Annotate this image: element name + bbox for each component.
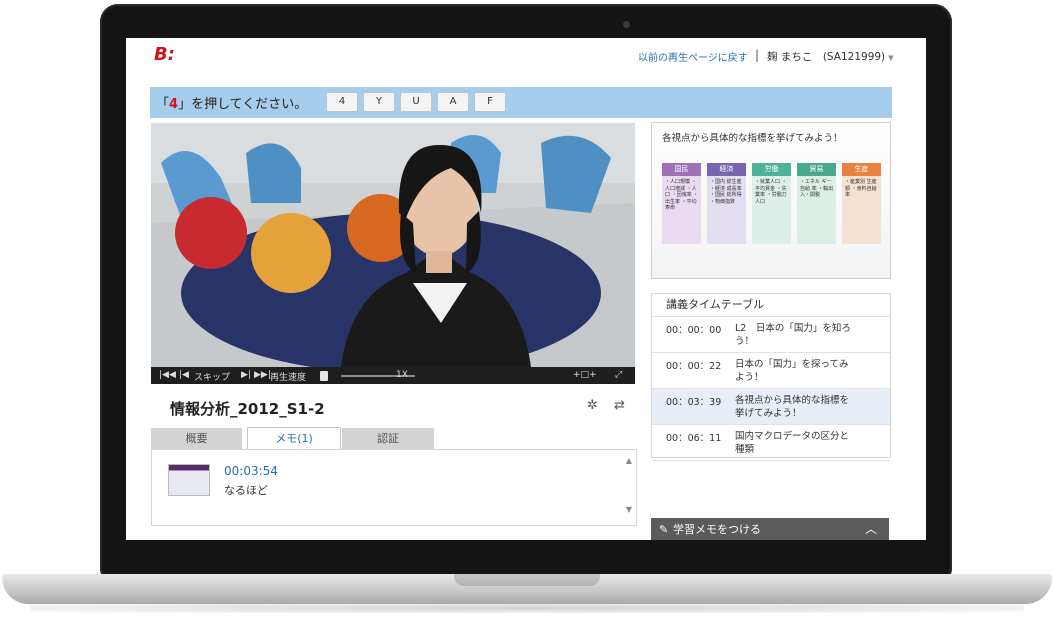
key-button[interactable]: A (437, 92, 469, 112)
slide-category: 貿易 ・エネル ギー自給 率 ・輸出 入・関税 (797, 163, 836, 244)
row-description: 日本の「国力」を探ってみよう！ (735, 359, 849, 383)
row-time: 00：03：39 (666, 397, 722, 408)
slide-category: 経済 ・国内 総生産 ・経済 成長率 ・国民 総所得 ・物価指数 (707, 163, 746, 244)
add-memo-label: 学習メモをつける (673, 523, 761, 536)
laptop-notch (454, 574, 600, 586)
timetable-row[interactable]: 00：00：00 L2 日本の「国力」を知ろう！ (652, 317, 890, 353)
slide-category: 生産 ・産業別 生産額 ・食料自給 率 (842, 163, 881, 244)
logo-mark: B: (154, 44, 175, 65)
category-body: ・人口規模 ・人口増減 ・人口 ・団塊率 ・出生率 ・平均寿命 (662, 176, 701, 244)
lecture-timetable: 講義タイムテーブル 00：00：00 L2 日本の「国力」を知ろう！ 00：00… (651, 293, 891, 461)
row-time: 00：06：11 (666, 433, 722, 444)
user-name: 麹 まちこ (SA121999) (767, 51, 886, 63)
category-body: ・就業人口 ・平均賃金 ・失業率 ・労働力 人口 (752, 176, 791, 244)
category-body: ・エネル ギー自給 率 ・輸出 入・関税 (797, 176, 836, 244)
screen-size-icon[interactable]: +□+ (573, 370, 597, 380)
slide-category: 国民 ・人口規模 ・人口増減 ・人口 ・団塊率 ・出生率 ・平均寿命 (662, 163, 701, 244)
skip-label[interactable]: スキップ (194, 370, 230, 383)
timetable-row[interactable]: 00：00：22 日本の「国力」を探ってみよう！ (652, 353, 890, 389)
memo-panel: 00:03:54 なるほど ▲ ▼ (151, 449, 637, 526)
brand-logo[interactable]: B: (152, 44, 178, 68)
user-menu[interactable]: 麹 まちこ (SA121999) ▼ (767, 49, 894, 64)
video-player[interactable] (151, 123, 635, 367)
category-body: ・国内 総生産 ・経済 成長率 ・国民 総所得 ・物価指数 (707, 176, 746, 244)
video-controls: |◀◀ |◀ スキップ ▶| ▶▶| 再生速度 1X +□+ ⤢ (151, 367, 635, 384)
row-time: 00：00：00 (666, 325, 722, 336)
row-description: 各視点から具体的な指標を挙げてみよう！ (735, 395, 850, 419)
fast-forward-icon[interactable]: ▶▶| (254, 370, 271, 380)
slide-title: 各視点から具体的な指標を挙げてみよう！ (662, 133, 843, 144)
back-to-previous-link[interactable]: 以前の再生ページに戻す (638, 49, 748, 64)
verification-prompt: 「4」を押してください。 (156, 97, 308, 112)
speed-value: 1X (396, 370, 408, 380)
target-key: 4 (169, 97, 179, 112)
rewind-start-icon[interactable]: |◀◀ (159, 370, 176, 380)
repeat-icon[interactable]: ⇄ (614, 398, 625, 413)
memo-timestamp-link[interactable]: 00:03:54 (224, 464, 278, 478)
row-description: L2 日本の「国力」を知ろう！ (735, 323, 851, 347)
timetable-row-current[interactable]: 00：03：39 各視点から具体的な指標を挙げてみよう！ (652, 389, 890, 425)
video-frame (151, 123, 635, 367)
timetable-title: 講義タイムテーブル (652, 294, 890, 317)
category-header: 経済 (707, 163, 746, 176)
slide-category: 労働 ・就業人口 ・平均賃金 ・失業率 ・労働力 人口 (752, 163, 791, 244)
add-study-memo-bar[interactable]: ✎ 学習メモをつける ︿ (651, 518, 889, 540)
webcam (623, 21, 630, 28)
tab-overview[interactable]: 概要 (151, 428, 242, 449)
category-header: 国民 (662, 163, 701, 176)
settings-icon[interactable]: ✲ (587, 398, 598, 413)
chevron-up-icon[interactable]: ︿ (865, 517, 877, 540)
header-divider: | (755, 48, 760, 62)
key-button[interactable]: 4 (326, 92, 358, 112)
step-forward-icon[interactable]: ▶| (241, 370, 251, 380)
category-header: 貿易 (797, 163, 836, 176)
memo-thumbnail[interactable] (168, 464, 210, 496)
timetable-row[interactable]: 00：06：11 国内マクロデータの区分と種類 (652, 425, 890, 461)
edit-icon: ✎ (659, 523, 669, 536)
key-button[interactable]: F (474, 92, 506, 112)
category-body: ・産業別 生産額 ・食料自給 率 (842, 176, 881, 244)
chevron-up-icon[interactable]: ▲ (626, 456, 632, 465)
app-screen: B: 以前の再生ページに戻す | 麹 まちこ (SA121999) ▼ 「4」を押… (126, 38, 926, 540)
memo-text: なるほど (224, 484, 268, 497)
video-title: 情報分析_2012_S1-2 (170, 400, 325, 418)
speed-label: 再生速度 (270, 373, 307, 383)
tab-memo[interactable]: メモ(1) (247, 427, 341, 450)
category-header: 労働 (752, 163, 791, 176)
key-button[interactable]: U (400, 92, 432, 112)
chevron-down-icon[interactable]: ▼ (626, 505, 632, 514)
row-time: 00：00：22 (666, 361, 722, 372)
slide-preview: 各視点から具体的な指標を挙げてみよう！ 国民 ・人口規模 ・人口増減 ・人口 ・… (651, 122, 891, 279)
laptop-shadow (30, 603, 1024, 613)
key-button[interactable]: Y (363, 92, 395, 112)
category-header: 生産 (842, 163, 881, 176)
row-description: 国内マクロデータの区分と種類 (735, 431, 850, 455)
chevron-down-icon: ▼ (888, 54, 894, 62)
key-verification-bar: 「4」を押してください。 4 Y U A F (150, 87, 892, 118)
tab-certification[interactable]: 認証 (342, 428, 434, 449)
step-back-icon[interactable]: |◀ (179, 370, 189, 380)
fullscreen-icon[interactable]: ⤢ (615, 370, 622, 380)
speed-slider-thumb[interactable] (320, 371, 328, 381)
